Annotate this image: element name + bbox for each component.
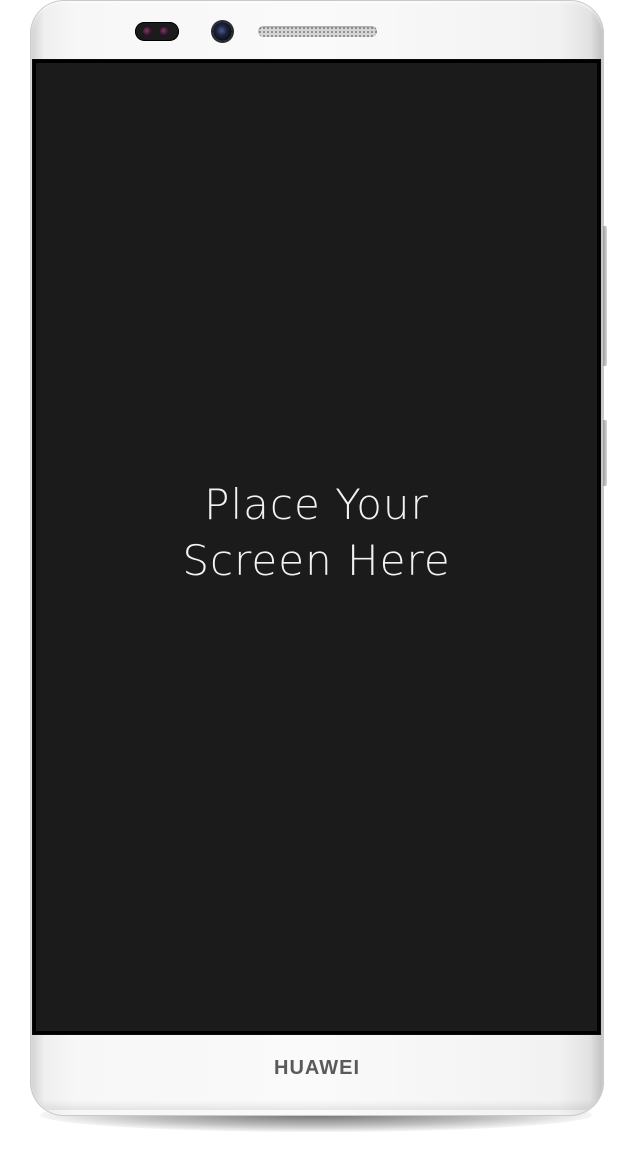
speaker-grille-icon bbox=[258, 26, 377, 37]
brand-logo: HUAWEI bbox=[274, 1057, 360, 1079]
front-camera-icon bbox=[213, 22, 232, 41]
power-button bbox=[603, 420, 607, 486]
placeholder-line-2: Screen Here bbox=[182, 536, 451, 585]
phone-body: Place Your Screen Here HUAWEI bbox=[30, 0, 607, 1116]
placeholder-line-1: Place Your bbox=[204, 480, 429, 529]
proximity-sensor-icon bbox=[135, 22, 179, 41]
device-mockup-stage: Place Your Screen Here HUAWEI bbox=[0, 0, 632, 1149]
sensor-lens-icon bbox=[160, 27, 169, 36]
sensor-lens-icon bbox=[143, 27, 152, 36]
phone-screen: Place Your Screen Here bbox=[32, 59, 601, 1035]
screen-placeholder-text: Place Your Screen Here bbox=[182, 477, 450, 589]
volume-button bbox=[603, 226, 607, 366]
